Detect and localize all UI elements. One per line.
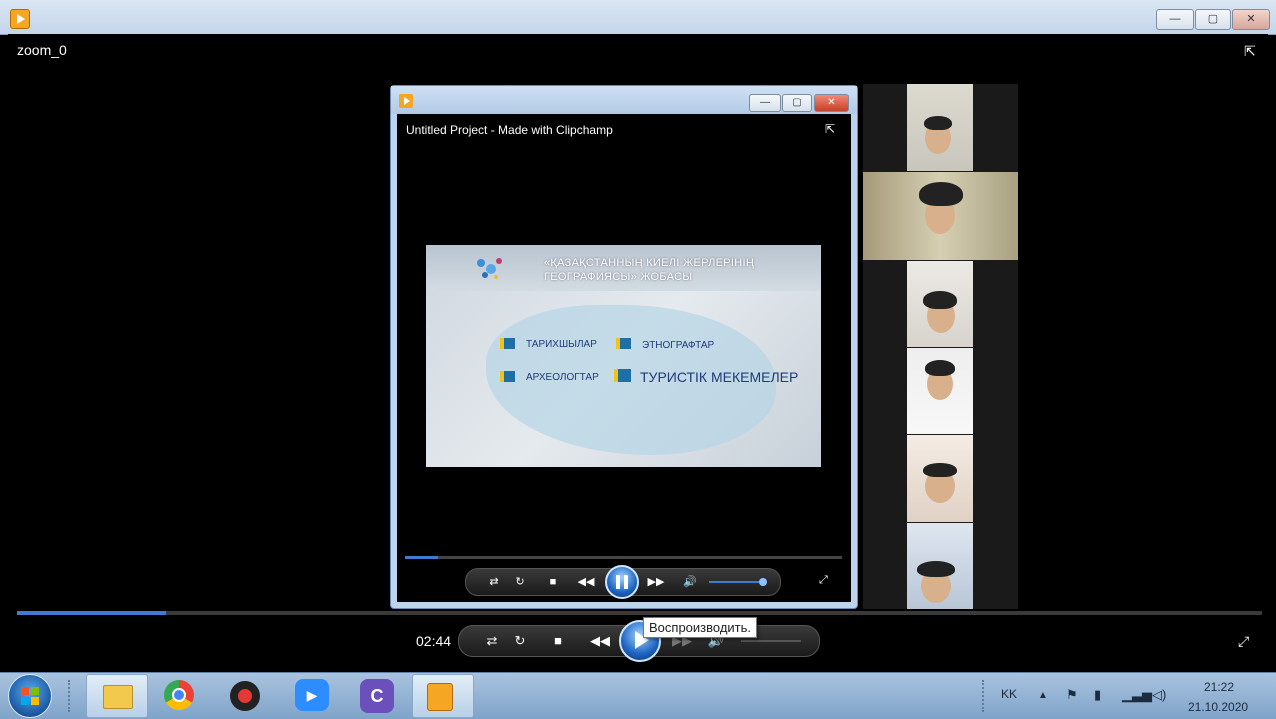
inner-forward-icon[interactable]: ▶▶ (642, 569, 670, 595)
clock-time[interactable]: 21:22 (1204, 680, 1234, 694)
participant-hair (923, 463, 957, 477)
pause-bar (624, 575, 628, 589)
close-button[interactable]: ✕ (1232, 9, 1270, 30)
taskbar-media-player[interactable] (412, 674, 474, 718)
outer-seek-bar[interactable] (17, 611, 1262, 615)
outer-video-title: zoom_0 (17, 42, 67, 58)
outer-control-bar: ⇄ ↻ ■ ◀◀ ▶▶ 🔊 (458, 620, 820, 662)
participant-hair (924, 116, 952, 130)
participant-video-tile (907, 435, 973, 522)
bullet-icon (616, 338, 631, 349)
inner-volume-slider[interactable] (709, 581, 765, 583)
inner-repeat-icon[interactable]: ↻ (510, 569, 530, 595)
taskbar-recorder[interactable] (214, 674, 274, 716)
play-tooltip: Воспроизводить. (643, 617, 758, 638)
taskbar-zoom[interactable]: ▶ (282, 674, 342, 716)
shuffle-icon[interactable]: ⇄ (481, 626, 503, 656)
inner-close-button[interactable]: ✕ (814, 94, 849, 112)
pause-bar (616, 575, 620, 589)
bullet-icon (500, 371, 515, 382)
participant-video-tile (863, 172, 1018, 260)
power-icon[interactable]: ▮ (1094, 687, 1101, 703)
clipchamp-icon: C (360, 679, 394, 713)
inner-media-player-icon (399, 94, 413, 108)
network-icon[interactable]: ▁▃▅ (1122, 687, 1152, 703)
participant-video-tile (907, 523, 973, 609)
taskbar-clipchamp[interactable]: C (348, 674, 408, 716)
windows-logo-icon (21, 687, 39, 705)
inner-seek-bar[interactable] (405, 556, 842, 559)
inner-seek-progress (405, 556, 438, 559)
action-center-flag-icon[interactable]: ⚑ (1066, 687, 1078, 703)
inner-shuffle-icon[interactable]: ⇄ (484, 569, 504, 595)
clock-date[interactable]: 21.10.2020 (1188, 700, 1248, 714)
fullscreen-icon[interactable]: ⤢ (1238, 633, 1249, 650)
outer-seek-progress (17, 611, 167, 615)
inner-player-window[interactable]: — ▢ ✕ Untitled Project - Made with Clipc… (390, 85, 858, 609)
media-player-app-icon (10, 9, 30, 29)
speaker-icon[interactable]: ◁) (1152, 687, 1166, 703)
label-tourism: ТУРИСТІК МЕКЕМЕЛЕР (640, 369, 799, 385)
project-logo-icon (477, 258, 502, 279)
maximize-button[interactable]: ▢ (1195, 9, 1231, 30)
inner-titlebar[interactable]: — ▢ ✕ (391, 86, 857, 114)
participant-video-tile (907, 261, 973, 347)
inner-maximize-button[interactable]: ▢ (782, 94, 812, 112)
zoom-icon: ▶ (295, 679, 329, 711)
inner-volume-thumb[interactable] (759, 578, 767, 586)
participant-hair (925, 360, 955, 376)
volume-slider[interactable] (741, 640, 801, 642)
repeat-icon[interactable]: ↻ (509, 626, 531, 656)
inner-switch-view-icon[interactable]: ⇱ (825, 122, 835, 136)
taskbar-grip[interactable] (68, 680, 74, 712)
start-button[interactable] (8, 674, 52, 718)
folder-icon (103, 685, 133, 709)
elapsed-time: 02:44 (416, 633, 452, 649)
language-indicator[interactable]: KK (1001, 687, 1017, 701)
media-player-icon (427, 683, 453, 711)
bullet-icon (500, 338, 515, 349)
video-heading: «ҚАЗАҚСТАННЫҢ КИЕЛІ ЖЕРЛЕРІНІҢ ГЕОГРАФИЯ… (544, 257, 755, 283)
participant-video-tile (907, 84, 973, 171)
inner-minimize-button[interactable]: — (749, 94, 781, 112)
stop-icon[interactable]: ■ (547, 626, 569, 656)
inner-stop-icon[interactable]: ■ (543, 569, 563, 595)
inner-fullscreen-icon[interactable]: ⤢ (819, 574, 828, 587)
label-archaeologists: АРХЕОЛОГТАР (526, 372, 599, 383)
participant-video-tile (907, 348, 973, 434)
inner-control-bar: ⇄ ↻ ■ ◀◀ ▶▶ 🔊 (465, 565, 781, 599)
chrome-icon (164, 680, 194, 710)
participant-hair (917, 561, 955, 577)
inner-rewind-icon[interactable]: ◀◀ (572, 569, 600, 595)
record-dot (238, 689, 252, 703)
rewind-icon[interactable]: ◀◀ (583, 626, 617, 656)
bullet-icon (614, 369, 631, 382)
participant-hair (919, 182, 963, 206)
label-ethnographers: ЭТНОГРАФТАР (642, 340, 715, 351)
chrome-center (172, 688, 186, 702)
tray-grip[interactable] (982, 680, 988, 712)
taskbar-chrome[interactable] (150, 674, 210, 716)
record-icon (230, 681, 260, 711)
inner-pause-button[interactable] (605, 565, 639, 599)
outer-titlebar[interactable]: — ▢ ✕ (0, 0, 1276, 35)
show-hidden-icons-icon[interactable]: ▲ (1038, 690, 1048, 701)
inner-video-title: Untitled Project - Made with Clipchamp (406, 123, 613, 137)
participant-video-strip (863, 84, 1018, 609)
video-frame: «ҚАЗАҚСТАННЫҢ КИЕЛІ ЖЕРЛЕРІНІҢ ГЕОГРАФИЯ… (426, 245, 821, 467)
taskbar-file-explorer[interactable] (86, 674, 148, 718)
switch-view-icon[interactable]: ⇱ (1244, 43, 1256, 60)
participant-hair (923, 291, 957, 309)
minimize-button[interactable]: — (1156, 9, 1194, 30)
label-historians: ТАРИХШЫЛАР (526, 339, 597, 350)
inner-player-content[interactable]: Untitled Project - Made with Clipchamp ⇱… (397, 114, 851, 602)
inner-volume-icon[interactable]: 🔊 (680, 569, 700, 595)
